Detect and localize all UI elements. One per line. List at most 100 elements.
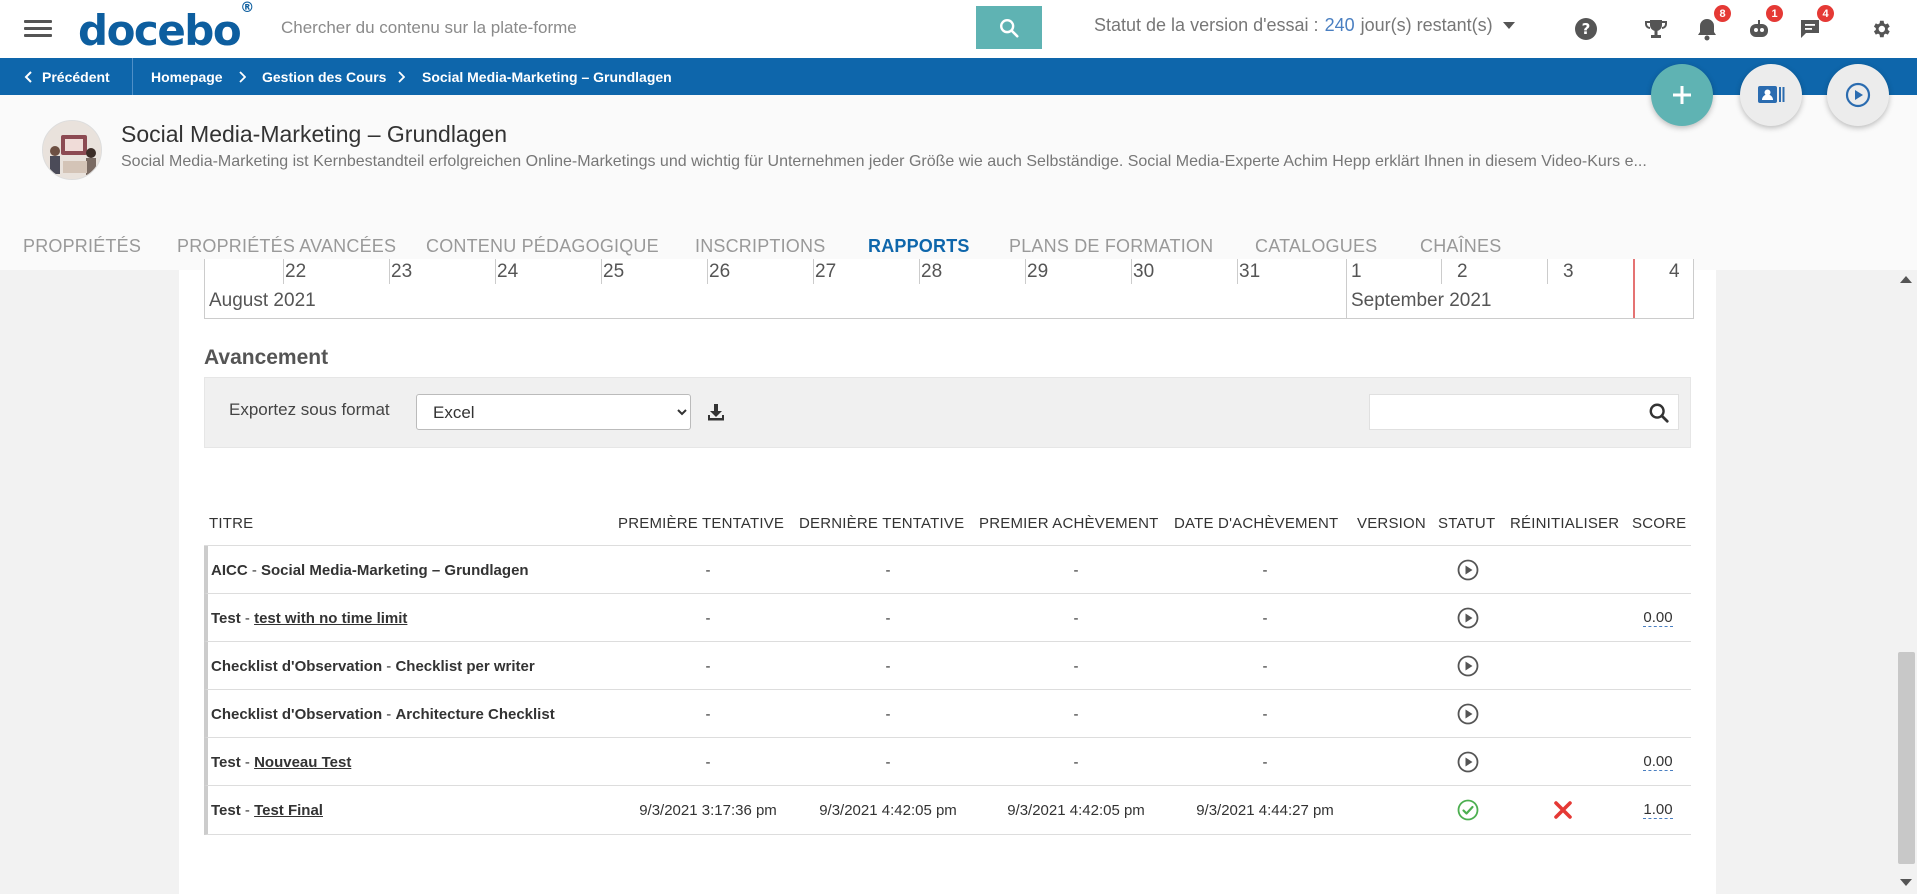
table-search-input[interactable] — [1370, 395, 1630, 429]
chat-icon — [1801, 20, 1819, 38]
timeline-day: 2 — [1457, 261, 1468, 282]
object-name-link[interactable]: test with no time limit — [254, 610, 407, 627]
score-value[interactable]: 0.00 — [1643, 609, 1673, 627]
column-header-first-completion[interactable]: PREMIER ACHÈVEMENT — [979, 500, 1158, 546]
timeline-tick — [1237, 259, 1238, 284]
table-row: Test - Nouveau Test - - - - 0.00 — [204, 738, 1691, 786]
export-format-select[interactable]: Excel — [416, 394, 691, 430]
status-cell[interactable] — [1453, 690, 1483, 738]
scroll-down-arrow-icon[interactable] — [1900, 879, 1912, 886]
gear-icon — [1873, 20, 1890, 38]
timeline-tick — [601, 259, 602, 284]
status-cell[interactable] — [1453, 738, 1483, 786]
tab-properties[interactable]: PROPRIÉTÉS — [23, 222, 141, 270]
cell-title: AICC - Social Media-Marketing – Grundlag… — [211, 546, 529, 594]
play-circle-icon — [1845, 82, 1871, 108]
cell-score[interactable]: 0.00 — [1638, 594, 1678, 642]
column-header-status[interactable]: STATUT — [1438, 500, 1495, 546]
cell-score[interactable]: 1.00 — [1638, 786, 1678, 834]
search-icon[interactable] — [1648, 402, 1670, 424]
status-cell[interactable] — [1453, 642, 1483, 690]
add-button[interactable] — [1651, 64, 1713, 126]
timeline-day: 1 — [1351, 261, 1362, 282]
timeline-today-marker — [1633, 259, 1635, 318]
cell-first-attempt: - — [705, 561, 711, 579]
scrollbar-thumb[interactable] — [1898, 652, 1915, 864]
reset-cell[interactable] — [1548, 786, 1578, 834]
course-thumbnail — [42, 120, 102, 180]
column-header-title[interactable]: TITRE — [209, 500, 253, 546]
chevron-right-icon — [397, 58, 405, 95]
breadcrumb-homepage[interactable]: Homepage — [151, 58, 223, 95]
cell-title: Test - Test Final — [211, 786, 323, 834]
cell-score[interactable]: 0.00 — [1638, 738, 1678, 786]
object-name-link[interactable]: Nouveau Test — [254, 754, 351, 771]
object-type: Checklist d'Observation — [211, 657, 383, 675]
column-header-version[interactable]: VERSION — [1357, 500, 1426, 546]
breadcrumb-course-management[interactable]: Gestion des Cours — [262, 58, 386, 95]
column-header-last-attempt[interactable]: DERNIÈRE TENTATIVE — [799, 500, 964, 546]
help-button[interactable]: ? — [1571, 14, 1601, 44]
timeline-tick — [495, 259, 496, 284]
play-icon — [1457, 703, 1479, 725]
notifications-button[interactable]: 8 — [1692, 5, 1731, 44]
object-name: Social Media-Marketing – Grundlagen — [261, 561, 529, 579]
timeline-day: 4 — [1669, 261, 1680, 282]
course-card-button[interactable] — [1740, 64, 1802, 126]
object-name-link[interactable]: Test Final — [254, 802, 323, 819]
table-row: Test - Test Final 9/3/2021 3:17:36 pm 9/… — [204, 786, 1691, 835]
cell-first-attempt: - — [705, 705, 711, 723]
platform-search-input[interactable] — [263, 6, 976, 49]
play-icon — [1457, 559, 1479, 581]
timeline-day: 30 — [1133, 261, 1155, 282]
settings-button[interactable] — [1866, 14, 1896, 44]
breadcrumb-current-course: Social Media-Marketing – Grundlagen — [422, 68, 672, 85]
scroll-up-arrow-icon[interactable] — [1900, 276, 1912, 283]
back-button[interactable]: Précédent — [24, 58, 110, 95]
plus-icon — [1673, 86, 1691, 104]
trial-days-remaining: 240 — [1324, 15, 1355, 35]
timeline-month-september: September 2021 — [1351, 290, 1492, 311]
play-course-button[interactable] — [1827, 64, 1889, 126]
timeline-tick — [1131, 259, 1132, 284]
robot-icon — [1750, 20, 1768, 37]
column-header-completion-date[interactable]: DATE D'ACHÈVEMENT — [1174, 500, 1338, 546]
messages-button[interactable]: 4 — [1795, 5, 1834, 44]
achievements-button[interactable] — [1641, 14, 1671, 44]
svg-text:?: ? — [1582, 20, 1591, 38]
cell-title: Checklist d'Observation - Architecture C… — [211, 690, 555, 738]
trophy-icon — [1645, 20, 1667, 38]
column-header-reset[interactable]: RÉINITIALISER — [1510, 500, 1619, 546]
title-separator: - — [240, 753, 255, 771]
chevron-down-icon — [1502, 22, 1515, 29]
status-cell[interactable] — [1453, 546, 1483, 594]
status-cell[interactable] — [1453, 594, 1483, 642]
check-circle-icon — [1457, 799, 1479, 821]
table-search-box — [1369, 394, 1679, 430]
cell-first-attempt: - — [705, 609, 711, 627]
cell-last-attempt: - — [885, 705, 891, 723]
column-header-score[interactable]: SCORE — [1632, 500, 1686, 546]
robot-assistant-button[interactable]: 1 — [1744, 5, 1783, 44]
cell-completion-date: - — [1262, 753, 1268, 771]
hamburger-menu-icon[interactable] — [24, 16, 52, 40]
column-header-first-attempt[interactable]: PREMIÈRE TENTATIVE — [618, 500, 784, 546]
download-button[interactable] — [705, 401, 727, 423]
timeline-tick — [1441, 259, 1442, 284]
bell-icon — [1698, 19, 1716, 41]
trial-status-dropdown[interactable]: Statut de la version d'essai : 240 jour(… — [1094, 15, 1515, 36]
status-cell[interactable] — [1453, 786, 1483, 834]
object-type: Test — [211, 609, 241, 627]
course-description: Social Media-Marketing ist Kernbestandte… — [121, 153, 1647, 170]
timeline-tick — [707, 259, 708, 284]
search-button[interactable] — [976, 6, 1042, 49]
score-value[interactable]: 1.00 — [1643, 801, 1673, 819]
chevron-right-icon — [238, 58, 246, 95]
score-value[interactable]: 0.00 — [1643, 753, 1673, 771]
back-label: Précédent — [42, 68, 110, 85]
play-icon — [1457, 607, 1479, 629]
docebo-logo[interactable]: docebo® — [78, 0, 254, 55]
title-separator: - — [382, 705, 396, 723]
progress-section-title: Avancement — [204, 346, 329, 369]
cell-last-attempt: - — [885, 561, 891, 579]
